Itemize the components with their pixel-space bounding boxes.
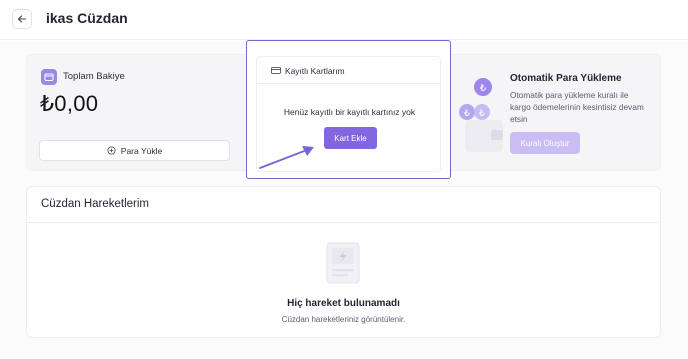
wallet-icon: [41, 69, 57, 85]
auto-topup-description: Otomatik para yükleme kuralı ile kargo ö…: [510, 90, 644, 124]
transactions-header: Cüzdan Hareketlerim: [27, 187, 660, 223]
saved-cards-header: Kayıtlı Kartlarım: [257, 57, 440, 84]
saved-cards-title: Kayıtlı Kartlarım: [285, 66, 345, 76]
wallet-coins-illustration: ₺ ₺ ₺: [459, 78, 503, 152]
document-empty-icon: [326, 242, 360, 284]
auto-topup-title: Otomatik Para Yükleme: [510, 73, 622, 84]
credit-card-icon: [271, 67, 281, 74]
transactions-empty-title: Hiç hareket bulunamadı: [287, 298, 400, 309]
transactions-empty-subtitle: Cüzdan hareketleriniz görüntülenir.: [281, 315, 406, 324]
transactions-title: Cüzdan Hareketlerim: [41, 198, 150, 210]
balance-label: Toplam Bakiye: [63, 71, 125, 82]
balance-amount: ₺0,00: [40, 91, 99, 116]
auto-topup-card: ₺ ₺ ₺ Otomatik Para Yükleme Otomatik par…: [446, 54, 661, 171]
coin-symbol-2: ₺: [464, 109, 470, 119]
add-card-button[interactable]: Kart Ekle: [324, 127, 377, 149]
pointer-arrow-icon: [259, 146, 314, 169]
arrow-left-icon: [17, 15, 27, 23]
load-money-label: Para Yükle: [120, 145, 163, 156]
page-title: ikas Cüzdan: [46, 10, 128, 26]
transactions-card: Cüzdan Hareketlerim Hiç hareket bulunama…: [26, 186, 661, 338]
coin-symbol-1: ₺: [480, 83, 487, 94]
back-button[interactable]: [12, 9, 32, 29]
plus-circle-icon: [107, 146, 116, 155]
load-money-button[interactable]: Para Yükle: [39, 140, 230, 161]
create-rule-button[interactable]: Kuralı Oluştur: [510, 132, 580, 154]
balance-card: Toplam Bakiye ₺0,00 Para Yükle: [26, 54, 251, 171]
saved-cards-empty-text: Henüz kayıtlı bir kayıtlı kartınız yok: [283, 107, 416, 117]
coin-symbol-3: ₺: [479, 109, 485, 119]
top-bar: ikas Cüzdan: [0, 0, 688, 40]
